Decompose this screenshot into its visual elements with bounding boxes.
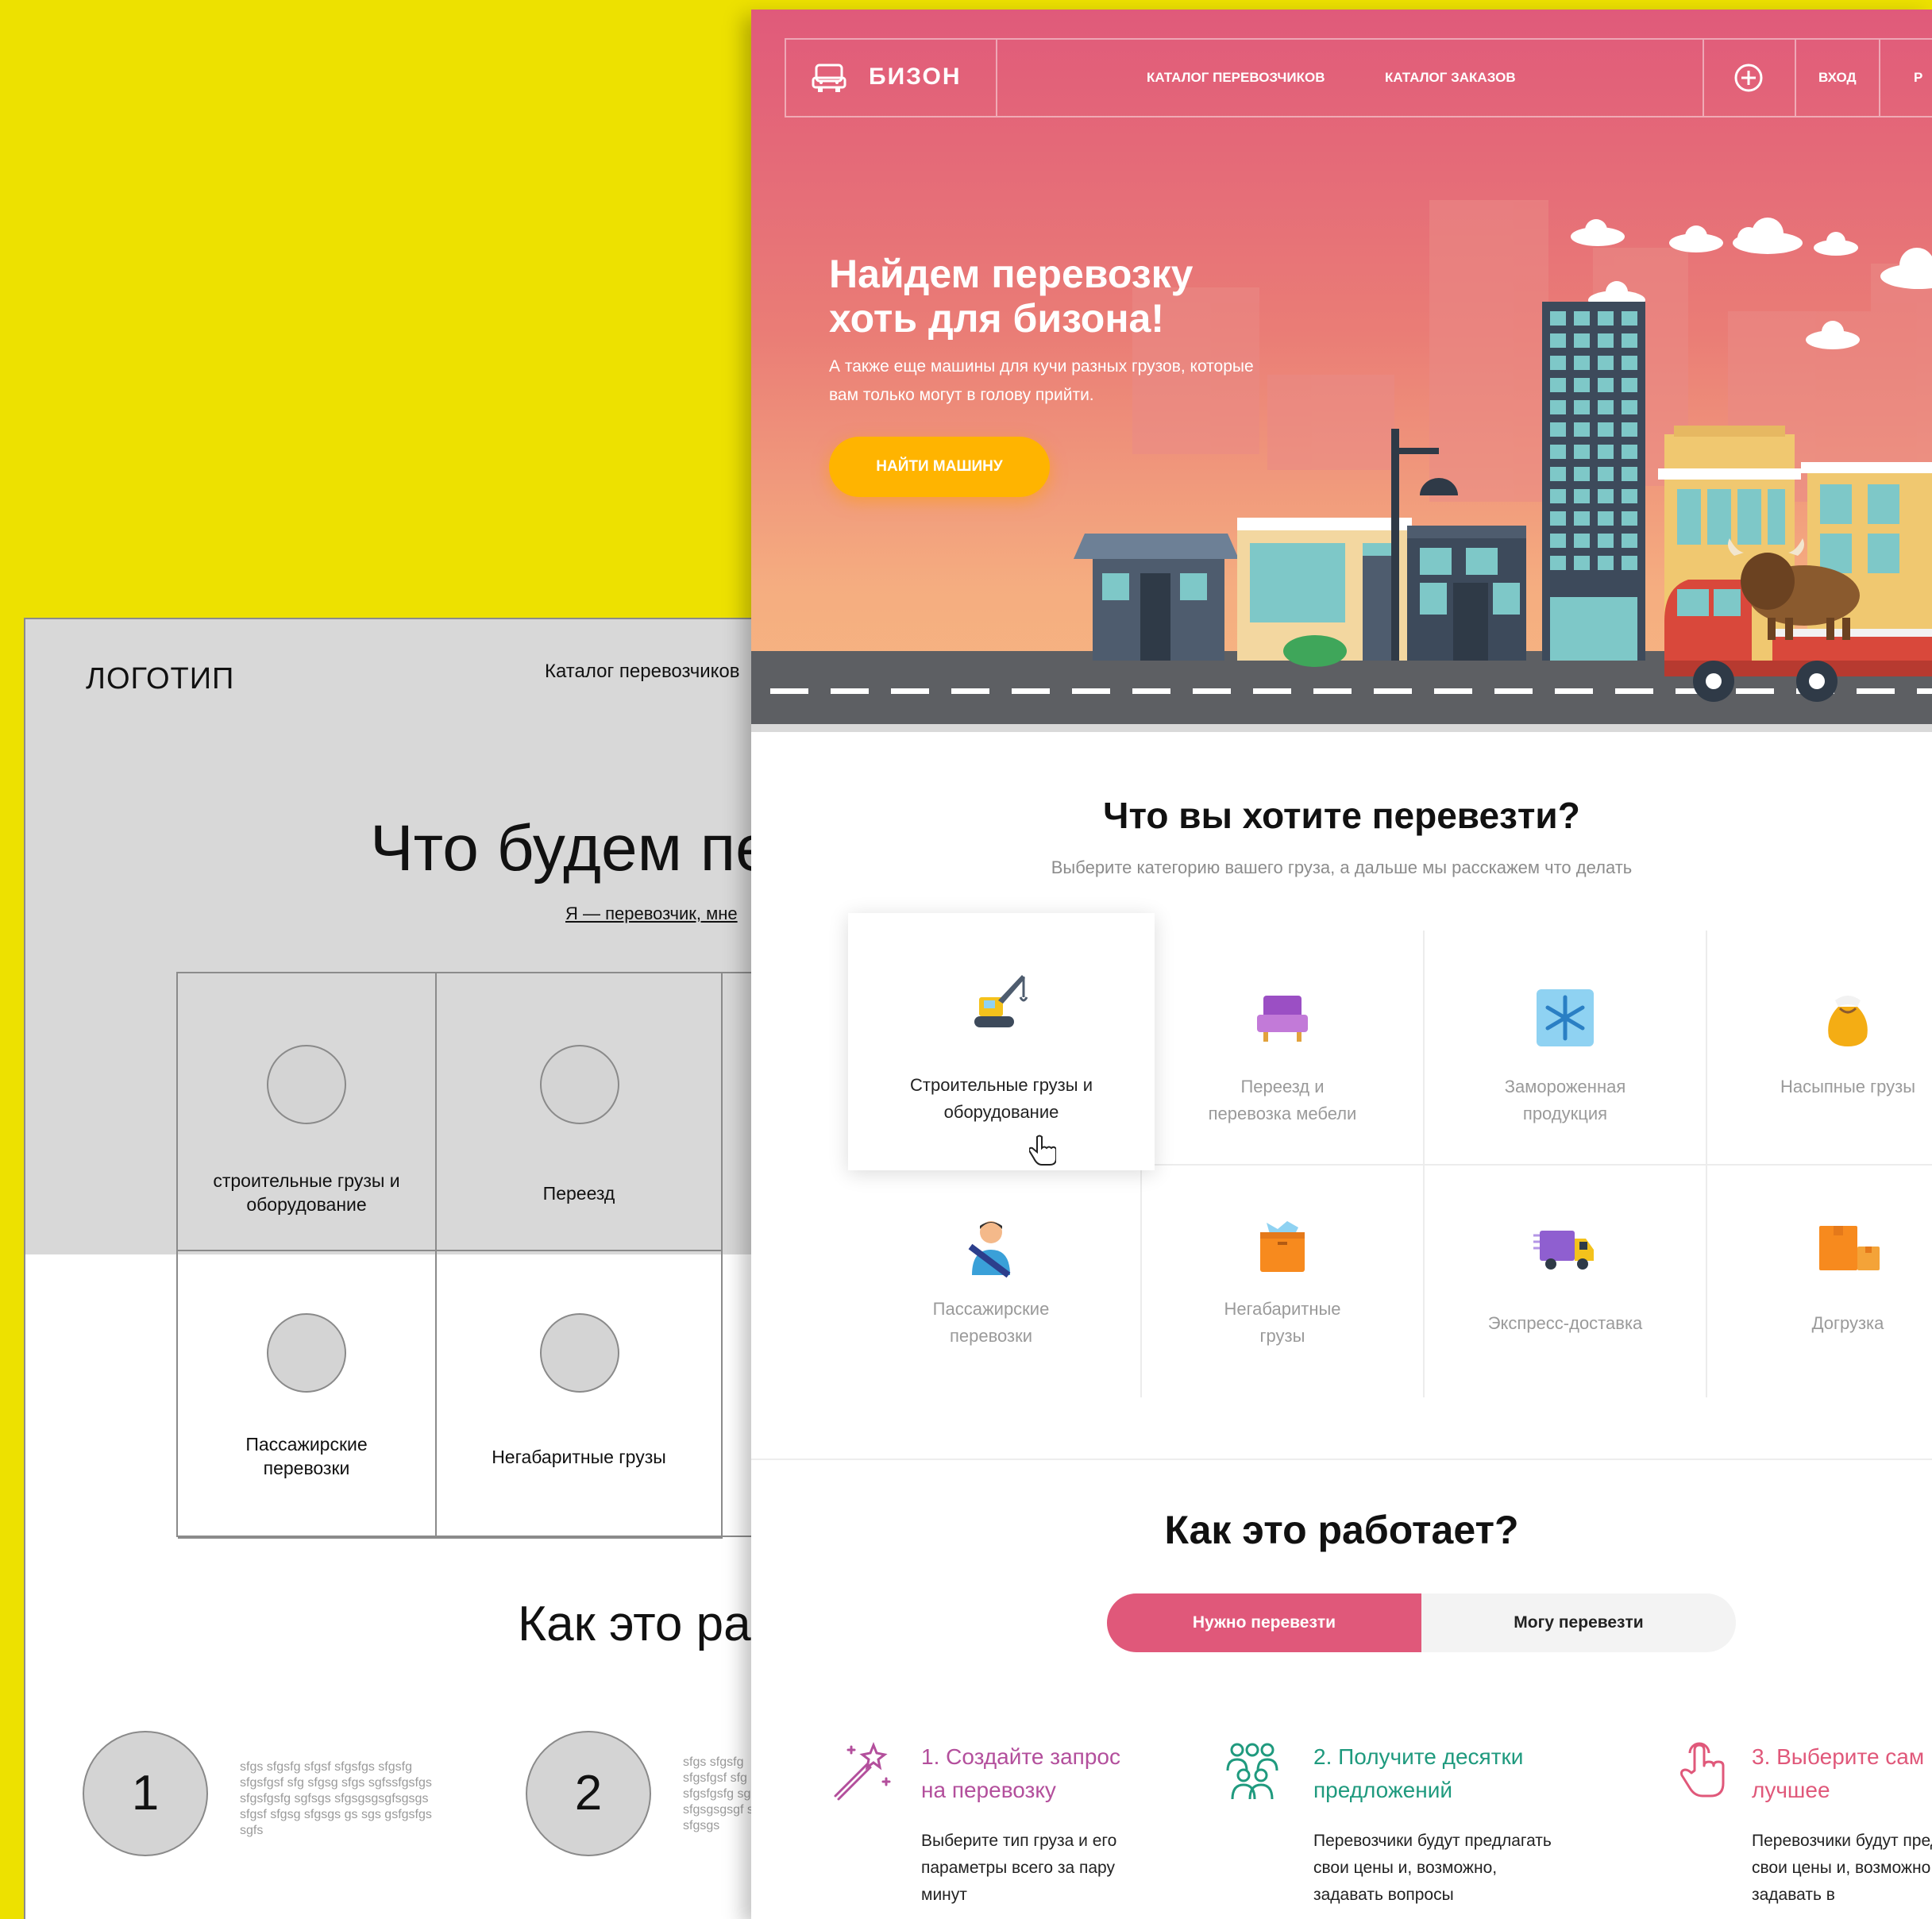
step-description: Выберите тип груза и его параметры всего… [921, 1832, 1117, 1904]
wireframe-step-text: sfgs sfgsfg sfgsf sfgsfgs sfgsfg sfgsfgs… [240, 1760, 432, 1837]
wireframe-category-label: Переезд [542, 1183, 615, 1204]
wireframe-how-title: Как это ра [518, 1597, 751, 1651]
tab-can-transport[interactable]: Могу перевезти [1421, 1593, 1736, 1652]
wireframe-category-grid: строительные грузы и оборудование Переез… [176, 972, 832, 1539]
delivery-truck-icon [1533, 1231, 1594, 1270]
snowflake-icon [1537, 989, 1594, 1046]
wireframe-logo: ЛОГОТИП [86, 662, 235, 696]
category-bulk[interactable]: Насыпные грузы [1706, 931, 1932, 1164]
categories-subtitle: Выберите категорию вашего груза, а дальш… [1051, 857, 1633, 877]
wireframe-placeholder-icon [267, 1045, 346, 1124]
nav-orders-catalog[interactable]: КАТАЛОГ ЗАКАЗОВ [1385, 70, 1516, 86]
people-group-icon [1226, 1743, 1278, 1800]
parcels-icon [1819, 1226, 1880, 1270]
add-order-plus-icon[interactable] [1733, 62, 1764, 94]
wireframe-category-cell[interactable]: Пассажирские перевозки [178, 1251, 437, 1539]
wireframe-carrier-link[interactable]: Я — перевозчик, мне [565, 904, 738, 924]
find-vehicle-button[interactable]: НАЙТИ МАШИНУ [829, 437, 1050, 497]
section-divider [751, 1459, 1932, 1460]
step-description: Перевозчики будут предлагать свои цены и… [1752, 1832, 1932, 1904]
step-title: 2. Получите десятки предложений [1313, 1740, 1523, 1807]
step-description: Перевозчики будут предлагать свои цены и… [1313, 1832, 1552, 1904]
category-label: Догрузка [1811, 1313, 1884, 1333]
nav-divider [1703, 40, 1704, 116]
category-label: Замороженная продукция [1504, 1077, 1626, 1123]
nav-register-partial[interactable]: Р [1914, 70, 1922, 86]
step-title: 3. Выберите сам лучшее [1752, 1740, 1924, 1807]
tab-need-transport[interactable]: Нужно перевезти [1107, 1593, 1421, 1652]
wireframe-step-number: 2 [526, 1731, 651, 1856]
wireframe-category-label: Пассажирские перевозки [245, 1434, 368, 1478]
armchair-icon [1257, 996, 1308, 1042]
sack-icon [1828, 996, 1868, 1046]
wireframe-title: Что будем пе [370, 812, 772, 884]
wireframe-placeholder-icon [540, 1313, 619, 1393]
category-label: Экспресс-доставка [1487, 1313, 1643, 1333]
magic-wand-icon [834, 1741, 891, 1801]
wireframe-category-label: строительные грузы и оборудование [213, 1170, 400, 1215]
category-express[interactable]: Экспресс-доставка [1423, 1164, 1706, 1397]
nav-divider [1795, 40, 1796, 116]
wireframe-mockup: ЛОГОТИП Каталог перевозчиков Что будем п… [24, 618, 834, 1919]
category-passenger[interactable]: Пассажирские перевозки [850, 1164, 1132, 1397]
hero-section: БИЗОН КАТАЛОГ ПЕРЕВОЗЧИКОВ КАТАЛОГ ЗАКАЗ… [751, 10, 1932, 732]
hero-subtitle: А также еще машины для кучи разных грузо… [829, 357, 1254, 404]
category-furniture[interactable]: Переезд и перевозка мебели [1140, 931, 1423, 1164]
categories-title: Что вы хотите перевезти? [1103, 795, 1580, 836]
brand-logo[interactable]: БИЗОН [786, 40, 997, 116]
pointing-hand-icon [1680, 1742, 1725, 1798]
step-title: 1. Создайте запрос на перевозку [921, 1740, 1120, 1807]
category-frozen[interactable]: Замороженная продукция [1423, 931, 1706, 1164]
step-title-line: 1. Создайте запрос [921, 1744, 1120, 1769]
category-construction-active-card[interactable]: Строительные грузы и оборудование [848, 913, 1155, 1170]
wireframe-step-number: 1 [83, 1731, 208, 1856]
step-title-line: 2. Получите десятки [1313, 1744, 1524, 1769]
step-title-line: на перевозку [921, 1778, 1056, 1802]
crane-icon [974, 975, 1028, 1027]
how-it-works-title: Как это работает? [1164, 1508, 1519, 1552]
hero-title: Найдем перевозку хоть для бизона! [829, 252, 1385, 341]
category-label: Пассажирские перевозки [932, 1299, 1050, 1346]
wireframe-placeholder-icon [267, 1313, 346, 1393]
truck-logo-icon [812, 64, 846, 92]
category-label: Переезд и перевозка мебели [1208, 1077, 1357, 1123]
nav-divider [1879, 40, 1880, 116]
category-label: Строительные грузы и оборудование [910, 1075, 1093, 1122]
category-label: Насыпные грузы [1780, 1077, 1916, 1096]
wireframe-category-label: Негабаритные грузы [492, 1447, 666, 1467]
hero-title-line: хоть для бизона! [829, 296, 1164, 341]
brand-name: БИЗОН [869, 64, 962, 90]
wireframe-category-cell[interactable]: Переезд [437, 973, 723, 1251]
design-mockup: БИЗОН КАТАЛОГ ПЕРЕВОЗЧИКОВ КАТАЛОГ ЗАКАЗ… [751, 10, 1932, 1919]
step-title-line: 3. Выберите сам [1752, 1744, 1925, 1769]
category-oversized[interactable]: Негабаритные грузы [1140, 1164, 1423, 1397]
wireframe-category-cell[interactable]: Негабаритные грузы [437, 1251, 723, 1539]
category-label: Негабаритные грузы [1224, 1299, 1341, 1346]
box-icon [1260, 1221, 1305, 1272]
category-additional-load[interactable]: Догрузка [1706, 1164, 1932, 1397]
passenger-icon [968, 1221, 1011, 1278]
hero-title-line: Найдем перевозку [829, 252, 1194, 296]
top-navbar: БИЗОН КАТАЛОГ ПЕРЕВОЗЧИКОВ КАТАЛОГ ЗАКАЗ… [785, 38, 1932, 118]
role-toggle: Нужно перевезти Могу перевезти [1107, 1593, 1736, 1652]
wireframe-placeholder-icon [540, 1045, 619, 1124]
wireframe-category-cell[interactable]: строительные грузы и оборудование [178, 973, 437, 1251]
hand-cursor-icon [1029, 1135, 1056, 1166]
nav-login[interactable]: ВХОД [1818, 70, 1857, 86]
nav-carriers-catalog[interactable]: КАТАЛОГ ПЕРЕВОЗЧИКОВ [1147, 70, 1325, 86]
step-title-line: предложений [1313, 1778, 1452, 1802]
wireframe-nav-catalog[interactable]: Каталог перевозчиков [545, 661, 740, 683]
step-title-line: лучшее [1752, 1778, 1830, 1802]
